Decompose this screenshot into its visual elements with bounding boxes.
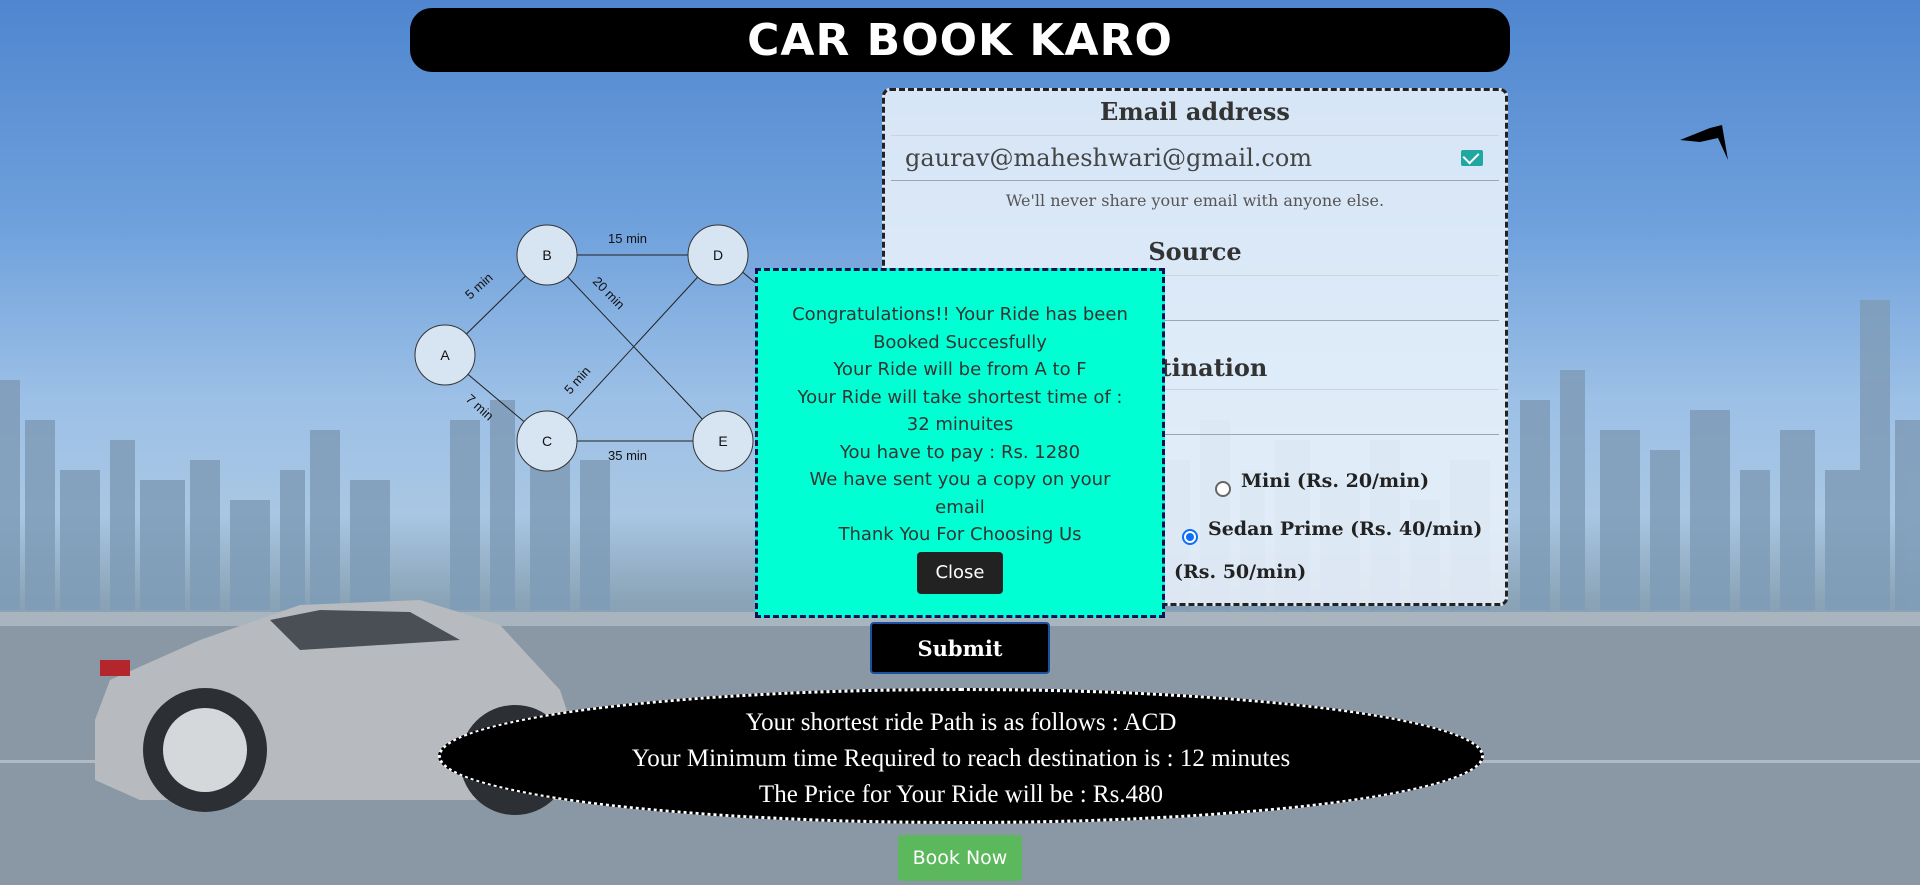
edge-c-d	[546, 254, 719, 442]
modal-line-3: Your Ride will be from A to F	[833, 359, 1087, 380]
destination-label: stination	[1147, 353, 1268, 382]
result-time-line: Your Minimum time Required to reach dest…	[631, 745, 1291, 772]
app-header: CAR BOOK KARO	[410, 8, 1510, 72]
edge-b-e	[546, 254, 724, 442]
modal-line-2: Booked Succesfully	[873, 331, 1047, 353]
graph-node-a-label: A	[440, 347, 450, 363]
edge-label-a-c: 7 min	[463, 391, 497, 423]
close-button[interactable]: Close	[917, 551, 1003, 594]
modal-line-1: Congratulations!! Your Ride has been	[792, 304, 1128, 325]
modal-line-8: email	[935, 496, 985, 518]
book-now-button[interactable]: Book Now	[898, 835, 1022, 881]
graph-node-e-label: E	[718, 433, 727, 449]
edge-label-b-d: 15 min	[608, 231, 647, 246]
radio-mini-label: Mini (Rs. 20/min)	[1241, 470, 1430, 492]
modal-line-7: We have sent you a copy on your	[809, 469, 1111, 490]
modal-line-5: 32 minuites	[906, 414, 1014, 435]
email-field[interactable]: gaurav@maheshwari@gmail.com	[891, 135, 1499, 181]
graph-node-d-label: D	[713, 247, 723, 263]
modal-line-9: Thank You For Choosing Us	[838, 524, 1082, 545]
radio-option-4[interactable]: (Rs. 50/min)	[1174, 561, 1306, 583]
radio-button-sedan-prime[interactable]	[1182, 529, 1198, 545]
radio-option-4-label: (Rs. 50/min)	[1174, 561, 1307, 583]
modal-line-4: Your Ride will take shortest time of :	[797, 386, 1123, 408]
radio-mini[interactable]: Mini (Rs. 20/min)	[1215, 465, 1429, 497]
modal-line-6: You have to pay : Rs. 1280	[839, 441, 1081, 463]
result-price-line: The Price for Your Ride will be : Rs.480	[758, 781, 1164, 808]
app-title: CAR BOOK KARO	[747, 14, 1173, 66]
graph-node-c-label: C	[542, 433, 552, 449]
route-graph: 5 min 7 min 15 min 20 min 5 min 35 min A…	[414, 224, 770, 472]
radio-sedan-prime[interactable]: Sedan Prime (Rs. 40/min)	[1182, 513, 1482, 545]
email-label: Email address	[1100, 97, 1290, 126]
edge-label-a-b: 5 min	[462, 270, 496, 302]
booking-confirmation-modal: Congratulations!! Your Ride has been Boo…	[755, 268, 1165, 618]
radio-sedan-prime-label: Sedan Prime (Rs. 40/min)	[1208, 518, 1483, 540]
source-label: Source	[1148, 237, 1242, 266]
bird-image	[1680, 125, 1728, 160]
result-path-line: Your shortest ride Path is as follows : …	[745, 709, 1177, 736]
graph-node-b-label: B	[542, 247, 551, 263]
submit-button[interactable]: Submit	[870, 622, 1050, 674]
edge-label-c-e: 35 min	[608, 448, 647, 463]
email-help-text: We'll never share your email with anyone…	[1005, 191, 1385, 210]
envelope-icon	[1461, 150, 1483, 166]
radio-button-mini[interactable]	[1215, 481, 1231, 497]
ride-result-panel: Your shortest ride Path is as follows : …	[438, 688, 1484, 824]
email-value: gaurav@maheshwari@gmail.com	[905, 144, 1313, 172]
edge-label-c-d: 5 min	[561, 363, 593, 397]
